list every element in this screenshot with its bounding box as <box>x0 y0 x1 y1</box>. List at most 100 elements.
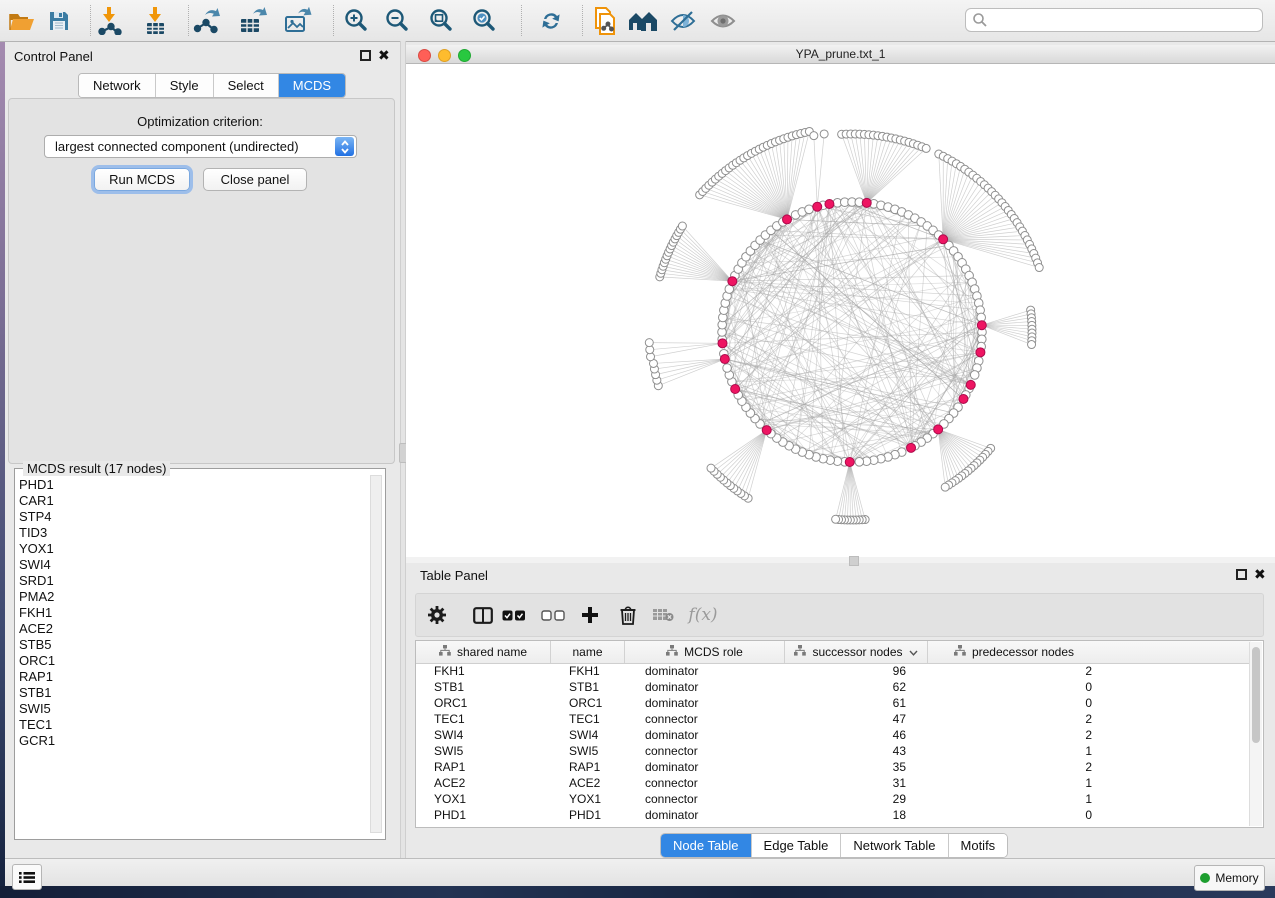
tab-select[interactable]: Select <box>214 74 279 97</box>
graph-node[interactable] <box>939 235 948 244</box>
column-header-predecessor-nodes[interactable]: predecessor nodes <box>928 641 1100 663</box>
table-panel-float-icon[interactable] <box>1236 569 1247 580</box>
mcds-result-item[interactable]: FKH1 <box>19 605 367 621</box>
table-cell[interactable]: SWI5 <box>416 744 551 758</box>
graph-node[interactable] <box>976 348 985 357</box>
table-cell[interactable]: 2 <box>928 712 1100 726</box>
table-cell[interactable]: connector <box>625 712 785 726</box>
tab-style[interactable]: Style <box>156 74 214 97</box>
graph-node[interactable] <box>1028 341 1036 349</box>
table-scrollbar-thumb[interactable] <box>1252 647 1260 743</box>
table-cell[interactable]: 35 <box>785 760 928 774</box>
graph-node[interactable] <box>907 443 916 452</box>
memory-button[interactable]: Memory <box>1194 865 1265 891</box>
table-cell[interactable]: TEC1 <box>551 712 625 726</box>
mcds-result-item[interactable]: GCR1 <box>19 733 367 749</box>
graph-node[interactable] <box>941 483 949 491</box>
horizontal-splitter-handle[interactable] <box>849 556 859 566</box>
houses-icon[interactable] <box>628 6 658 36</box>
criterion-select[interactable]: largest connected component (undirected) <box>44 135 357 158</box>
table-cell[interactable]: dominator <box>625 664 785 678</box>
graph-node[interactable] <box>731 384 740 393</box>
open-file-icon[interactable] <box>7 6 37 36</box>
table-cell[interactable]: ORC1 <box>416 696 551 710</box>
table-cell[interactable]: 43 <box>785 744 928 758</box>
graph-node[interactable] <box>678 222 686 230</box>
graph-node[interactable] <box>805 205 814 214</box>
table-cell[interactable]: 96 <box>785 664 928 678</box>
mcds-result-scrollbar[interactable] <box>370 475 382 833</box>
mcds-result-item[interactable]: STP4 <box>19 509 367 525</box>
mcds-result-item[interactable]: TID3 <box>19 525 367 541</box>
table-cell[interactable]: PHD1 <box>551 808 625 822</box>
horizontal-splitter[interactable] <box>406 557 1275 563</box>
export-image-icon[interactable] <box>283 6 313 36</box>
clone-network-icon[interactable] <box>590 6 620 36</box>
network-graph[interactable] <box>406 64 1275 557</box>
table-row[interactable]: SWI4SWI4dominator462 <box>416 727 1251 743</box>
mcds-result-item[interactable]: TEC1 <box>19 717 367 733</box>
table-scrollbar[interactable] <box>1249 642 1262 826</box>
table-cell[interactable]: 31 <box>785 776 928 790</box>
run-mcds-button[interactable]: Run MCDS <box>94 168 190 191</box>
mcds-result-list[interactable]: PHD1CAR1STP4TID3YOX1SWI4SRD1PMA2FKH1ACE2… <box>19 477 367 833</box>
add-column-icon[interactable] <box>577 600 603 630</box>
graph-node[interactable] <box>723 364 732 373</box>
table-cell[interactable]: dominator <box>625 696 785 710</box>
table-cell[interactable]: dominator <box>625 728 785 742</box>
column-header-successor-nodes[interactable]: successor nodes <box>785 641 928 663</box>
table-row[interactable]: PHD1PHD1dominator180 <box>416 807 1251 823</box>
save-session-icon[interactable] <box>44 6 74 36</box>
table-panel-close-icon[interactable]: ✖ <box>1254 569 1266 580</box>
table-cell[interactable]: RAP1 <box>416 760 551 774</box>
delete-table-icon[interactable] <box>650 600 676 630</box>
table-row[interactable]: ACE2ACE2connector311 <box>416 775 1251 791</box>
deselect-all-checks-icon[interactable] <box>540 600 566 630</box>
table-cell[interactable]: PHD1 <box>416 808 551 822</box>
graph-node[interactable] <box>855 457 864 466</box>
close-panel-button[interactable]: Close panel <box>203 168 307 191</box>
table-row[interactable]: YOX1YOX1connector291 <box>416 791 1251 807</box>
graph-node[interactable] <box>1035 264 1043 272</box>
table-row[interactable]: RAP1RAP1dominator352 <box>416 759 1251 775</box>
graph-node[interactable] <box>783 215 792 224</box>
table-row[interactable]: SWI5SWI5connector431 <box>416 743 1251 759</box>
table-cell[interactable]: TEC1 <box>416 712 551 726</box>
table-cell[interactable]: FKH1 <box>551 664 625 678</box>
tab-motifs[interactable]: Motifs <box>949 834 1008 857</box>
table-cell[interactable]: dominator <box>625 808 785 822</box>
graph-node[interactable] <box>845 457 854 466</box>
mcds-result-item[interactable]: SWI4 <box>19 557 367 573</box>
table-cell[interactable]: 1 <box>928 792 1100 806</box>
table-cell[interactable]: YOX1 <box>551 792 625 806</box>
control-panel-close-icon[interactable]: ✖ <box>378 50 390 61</box>
graph-node[interactable] <box>813 202 822 211</box>
tab-node-table[interactable]: Node Table <box>661 834 752 857</box>
table-cell[interactable]: 46 <box>785 728 928 742</box>
graph-node[interactable] <box>645 339 653 347</box>
delete-column-trash-icon[interactable] <box>615 600 641 630</box>
graph-node[interactable] <box>707 464 715 472</box>
graph-node[interactable] <box>966 380 975 389</box>
table-cell[interactable]: 29 <box>785 792 928 806</box>
table-cell[interactable]: 0 <box>928 680 1100 694</box>
tab-network[interactable]: Network <box>79 74 156 97</box>
table-cell[interactable]: connector <box>625 744 785 758</box>
table-cell[interactable]: 2 <box>928 664 1100 678</box>
column-header-shared-name[interactable]: shared name <box>416 641 551 663</box>
search-field[interactable] <box>965 8 1263 32</box>
graph-node[interactable] <box>820 130 828 138</box>
graph-node[interactable] <box>825 199 834 208</box>
graph-node[interactable] <box>959 394 968 403</box>
mcds-result-item[interactable]: ORC1 <box>19 653 367 669</box>
column-header-MCDS-role[interactable]: MCDS role <box>625 641 785 663</box>
export-network-icon[interactable] <box>192 6 222 36</box>
graph-node[interactable] <box>718 339 727 348</box>
zoom-in-icon[interactable] <box>341 6 371 36</box>
mcds-result-item[interactable]: YOX1 <box>19 541 367 557</box>
network-window-titlebar[interactable]: YPA_prune.txt_1 <box>406 45 1275 64</box>
table-cell[interactable]: STB1 <box>551 680 625 694</box>
graph-node[interactable] <box>728 277 737 286</box>
table-cell[interactable]: 47 <box>785 712 928 726</box>
table-cell[interactable]: dominator <box>625 680 785 694</box>
